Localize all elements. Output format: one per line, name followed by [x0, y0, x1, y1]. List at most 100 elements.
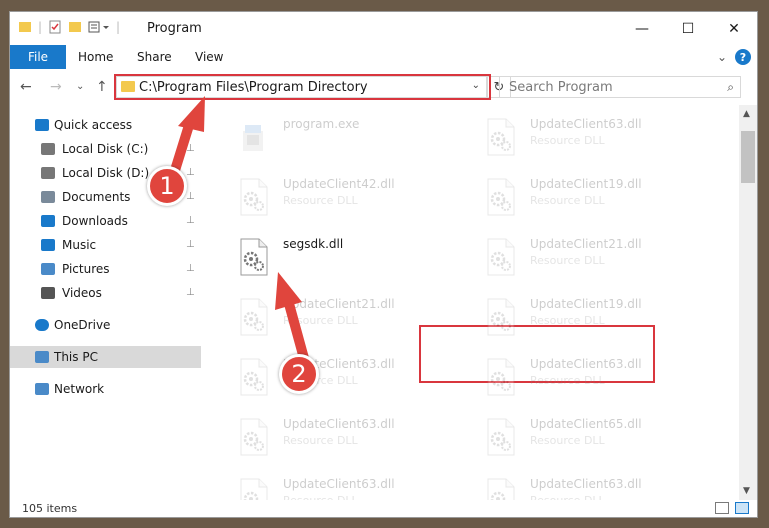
address-path: C:\Program Files\Program Directory [139, 79, 368, 95]
help-icon[interactable]: ? [735, 49, 751, 65]
scroll-up-icon[interactable]: ▲ [743, 109, 750, 119]
customize-toolbar-icon[interactable] [88, 20, 110, 34]
file-name: UpdateClient63.dll [530, 477, 642, 491]
dll-file-icon [235, 357, 271, 397]
file-name: UpdateClient63.dll [283, 417, 395, 431]
drive-icon [41, 167, 55, 179]
file-type: Resource DLL [283, 434, 358, 447]
file-type: Resource DLL [530, 434, 605, 447]
recent-locations-button[interactable]: ⌄ [76, 81, 84, 92]
file-name: segsdk.dll [283, 237, 344, 251]
ribbon-tabs: File Home Share View ⌄ ? [10, 45, 757, 70]
folder-icon [121, 81, 135, 92]
item-count: 105 items [22, 502, 78, 515]
callout-1: 1 [147, 166, 187, 206]
chevron-down-icon[interactable]: ⌄ [472, 80, 480, 91]
dll-file-icon [482, 117, 518, 157]
dll-file-icon [235, 237, 271, 277]
file-item[interactable]: program.exe [227, 113, 457, 161]
properties-icon[interactable] [48, 20, 62, 34]
sidebar-item-label: Pictures [62, 262, 110, 276]
pin-icon[interactable]: ⊥ [186, 263, 195, 274]
dll-file-icon [482, 297, 518, 337]
tiles-view-icon[interactable] [735, 502, 749, 514]
close-button[interactable]: ✕ [711, 12, 757, 45]
new-folder-icon[interactable] [68, 20, 82, 34]
file-item[interactable]: UpdateClient65.dll Resource DLL [474, 413, 704, 461]
dll-file-icon [235, 177, 271, 217]
sidebar-item-this-pc[interactable]: This PC [10, 346, 201, 368]
sidebar-item-downloads[interactable]: Downloads ⊥ [10, 210, 201, 232]
callout-2: 2 [279, 354, 319, 394]
file-item[interactable]: UpdateClient21.dll Resource DLL [227, 293, 457, 341]
file-item[interactable]: UpdateClient63.dll Resource DLL [227, 413, 457, 461]
file-item[interactable]: UpdateClient42.dll Resource DLL [227, 173, 457, 221]
file-item[interactable]: UpdateClient19.dll Resource DLL [474, 173, 704, 221]
drive-icon [41, 143, 55, 155]
file-name: UpdateClient21.dll [530, 237, 642, 251]
file-list: program.exe UpdateClient42.dll Resource DL… [201, 105, 739, 516]
dll-file-icon [482, 237, 518, 277]
file-name: UpdateClient63.dll [530, 357, 642, 371]
sidebar-item-label: Downloads [62, 214, 128, 228]
file-item[interactable]: UpdateClient63.dllResource DLL [474, 113, 704, 161]
computer-icon [35, 351, 49, 363]
dll-file-icon [482, 357, 518, 397]
details-view-icon[interactable] [715, 502, 729, 514]
scroll-down-icon[interactable]: ▼ [743, 486, 750, 496]
tab-view[interactable]: View [195, 45, 223, 69]
sidebar-item-onedrive[interactable]: OneDrive [10, 314, 201, 336]
tab-share[interactable]: Share [137, 45, 172, 69]
file-item[interactable]: segsdk.dll [227, 233, 457, 281]
navigation-pane: Quick access Local Disk (C:) ⊥ Local Disk (… [10, 105, 201, 500]
file-item[interactable]: UpdateClient21.dll Resource DLL [474, 233, 704, 281]
application-file-icon [235, 117, 271, 157]
title-bar: | | Program — ☐ ✕ [10, 12, 757, 45]
expand-ribbon-icon[interactable]: ⌄ [717, 50, 727, 64]
sidebar-item-videos[interactable]: Videos ⊥ [10, 282, 201, 304]
window-controls: — ☐ ✕ [619, 12, 757, 45]
scrollbar-thumb[interactable] [741, 131, 755, 183]
folder-icon [19, 22, 31, 32]
file-name: program.exe [283, 117, 360, 131]
pin-icon[interactable]: ⊥ [186, 287, 195, 298]
pictures-icon [41, 263, 55, 275]
videos-icon [41, 287, 55, 299]
music-icon [41, 239, 55, 251]
sidebar-item-label: Local Disk (D:) [62, 166, 150, 180]
pin-icon[interactable]: ⊥ [186, 191, 195, 202]
toolbar-divider: | [38, 20, 43, 34]
file-name: UpdateClient42.dll [283, 177, 395, 191]
search-placeholder: Search Program [509, 79, 613, 95]
up-button[interactable]: ↑ [96, 79, 108, 95]
file-name: UpdateClient21.dll [283, 297, 395, 311]
pin-icon[interactable]: ⊥ [186, 239, 195, 250]
sidebar-item-pictures[interactable]: Pictures ⊥ [10, 258, 201, 280]
search-input[interactable]: Search Program ⌕ [499, 76, 741, 98]
sidebar-item-label: Network [54, 382, 105, 396]
file-item[interactable]: UpdateClient19.dll Resource DLL [474, 293, 704, 341]
minimize-button[interactable]: — [619, 12, 665, 45]
tab-file[interactable]: File [10, 45, 66, 69]
pin-icon[interactable]: ⊥ [186, 143, 195, 154]
back-button[interactable]: ← [20, 79, 32, 95]
sidebar-item-quick-access[interactable]: Quick access [10, 114, 201, 136]
maximize-button[interactable]: ☐ [665, 12, 711, 45]
pin-icon[interactable]: ⊥ [186, 215, 195, 226]
sidebar-item-local-disk-c[interactable]: Local Disk (C:) ⊥ [10, 138, 201, 160]
address-bar[interactable]: C:\Program Files\Program Directory ⌄ [116, 76, 487, 98]
tab-home[interactable]: Home [78, 45, 113, 69]
view-switcher [715, 502, 749, 514]
dll-file-icon [235, 417, 271, 457]
file-item[interactable]: UpdateClient63.dllResource DLL [474, 353, 704, 401]
sidebar-item-label: Documents [62, 190, 131, 204]
sidebar-item-music[interactable]: Music ⊥ [10, 234, 201, 256]
sidebar-item-network[interactable]: Network [10, 378, 201, 400]
file-item[interactable]: UpdateClient63.dllResource DLL [227, 353, 457, 401]
file-type: Resource DLL [283, 314, 358, 327]
pin-icon[interactable]: ⊥ [186, 167, 195, 178]
documents-icon [41, 191, 55, 203]
file-type: Resource DLL [530, 194, 605, 207]
forward-button[interactable]: → [50, 79, 62, 95]
vertical-scrollbar[interactable]: ▲ ▼ [739, 105, 757, 500]
